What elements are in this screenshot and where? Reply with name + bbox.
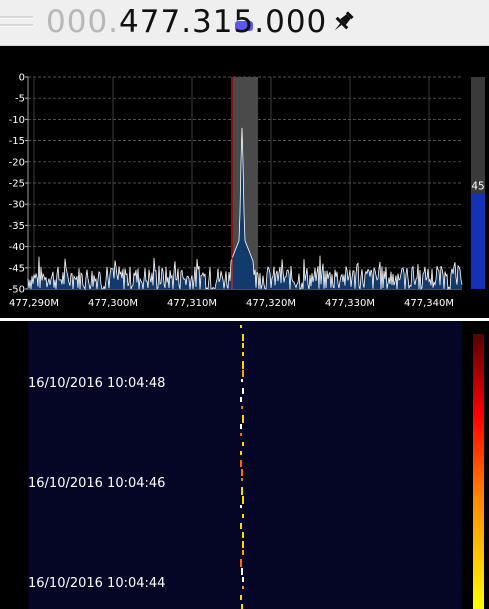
signal-streak xyxy=(240,397,242,402)
signal-streak xyxy=(242,514,244,518)
db-label: -5 xyxy=(15,94,25,105)
signal-streak xyxy=(241,469,243,476)
signal-streak xyxy=(240,433,242,436)
waterfall-plot[interactable]: 16/10/2016 10:04:48 16/10/2016 10:04:46 16… xyxy=(0,321,489,609)
db-label: -10 xyxy=(9,115,25,126)
frequency-label: 477,340M xyxy=(404,298,454,309)
waterfall-background xyxy=(28,321,462,609)
signal-streak xyxy=(242,577,244,582)
signal-streak xyxy=(240,505,242,508)
signal-streak xyxy=(241,379,243,382)
signal-streak xyxy=(242,541,244,548)
db-label: -20 xyxy=(9,157,25,168)
signal-streak xyxy=(242,586,244,589)
db-axis-labels: 0 -5 -10 -15 -20 -25 -30 -35 -40 -45 -50 xyxy=(9,73,25,296)
signal-streak xyxy=(240,424,242,429)
db-label: -40 xyxy=(9,242,25,253)
db-label: -35 xyxy=(9,221,25,232)
frequency-axis-labels: 477,290M 477,300M 477,310M 477,320M 477,330M… xyxy=(9,298,454,309)
signal-streak xyxy=(242,343,244,348)
frequency-main-digits[interactable]: 477.31 xyxy=(119,4,233,40)
timestamp-label: 16/10/2016 10:04:44 xyxy=(28,576,165,591)
signal-streak xyxy=(242,550,244,555)
spectrum-plot[interactable]: 0-5-10-15-20-25-30-35-40-45-50 477,290M 4… xyxy=(0,47,489,318)
signal-streak xyxy=(240,595,242,600)
signal-streak xyxy=(240,523,242,529)
frequency-fraction-digits[interactable]: .000 xyxy=(254,4,327,40)
frequency-label: 477,320M xyxy=(246,298,296,309)
waterfall-color-scale[interactable] xyxy=(473,334,484,609)
signal-streak xyxy=(241,487,243,495)
frequency-selected-digit[interactable]: 5 xyxy=(234,0,255,44)
frequency-leading-zeros[interactable]: 000. xyxy=(46,4,119,40)
signal-streak xyxy=(240,451,242,455)
db-label: -45 xyxy=(9,263,25,274)
signal-streak xyxy=(240,460,242,467)
frequency-label: 477,300M xyxy=(88,298,138,309)
signal-streak xyxy=(242,532,244,538)
db-label: -25 xyxy=(9,179,25,190)
db-label: -50 xyxy=(9,285,25,296)
signal-streak xyxy=(242,370,244,377)
grip-handle-icon[interactable] xyxy=(0,8,33,36)
signal-streak xyxy=(242,388,244,394)
signal-streak xyxy=(242,442,244,446)
signal-streak xyxy=(241,478,243,481)
signal-streak xyxy=(240,325,242,328)
signal-streak xyxy=(242,496,244,504)
signal-streak xyxy=(242,334,244,341)
signal-streak xyxy=(242,352,244,356)
signal-streak xyxy=(241,604,243,609)
frequency-label: 477,310M xyxy=(167,298,217,309)
timestamp-label: 16/10/2016 10:04:46 xyxy=(28,476,165,491)
signal-streak xyxy=(242,361,244,369)
signal-streak xyxy=(242,415,244,423)
frequency-label: 477,330M xyxy=(325,298,375,309)
signal-streak xyxy=(241,406,243,409)
snr-meter-fill xyxy=(471,193,485,289)
timestamp-label: 16/10/2016 10:04:48 xyxy=(28,376,165,391)
spectrum-panel[interactable]: 0 -5 -10 -15 -20 -25 -30 -35 -40 -45 -50 477,290M 4… xyxy=(0,47,489,318)
frequency-toolbar: 000.477.315.000 xyxy=(0,0,489,46)
frequency-display[interactable]: 000.477.315.000 xyxy=(46,0,327,46)
waterfall-panel[interactable]: 16/10/2016 10:04:48 16/10/2016 10:04:46 16… xyxy=(0,321,489,609)
signal-streak xyxy=(240,559,242,567)
signal-streak xyxy=(241,568,243,575)
snr-value: 45 xyxy=(471,181,484,193)
pushpin-icon[interactable] xyxy=(330,9,356,35)
sdr-receiver-window: 000.477.315.000 0 -5 -10 -15 -20 -25 -30 -35 -40… xyxy=(0,0,489,609)
db-label: -30 xyxy=(9,200,25,211)
db-label: 0 xyxy=(19,73,25,84)
frequency-label: 477,290M xyxy=(9,298,59,309)
db-label: -15 xyxy=(9,136,25,147)
